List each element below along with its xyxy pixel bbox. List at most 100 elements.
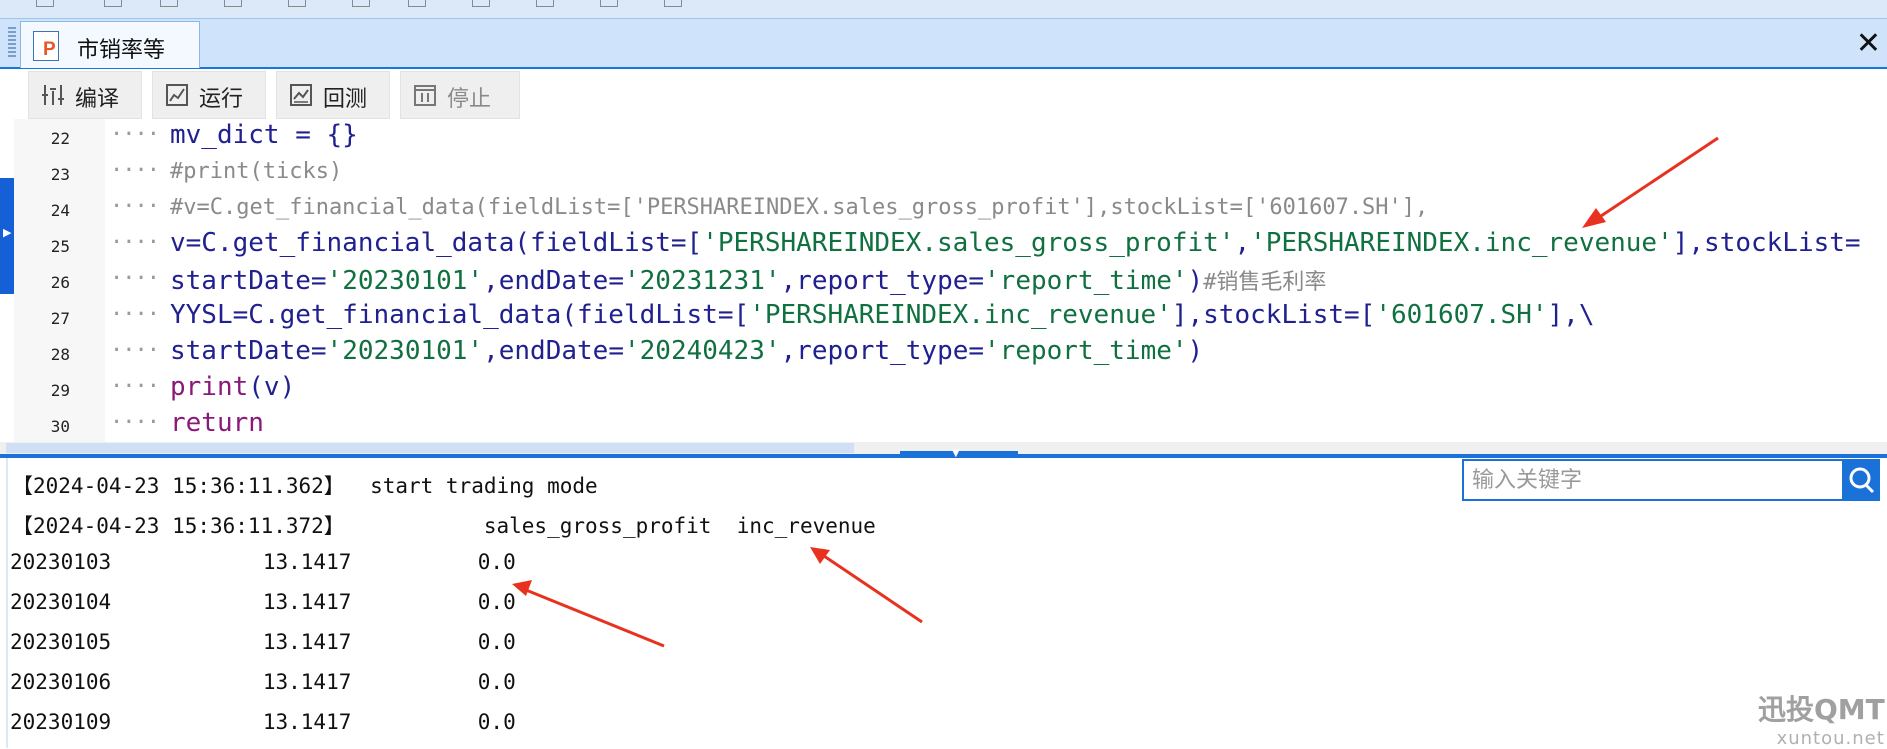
code-token: '20240423' (623, 336, 781, 366)
toolbar-icon[interactable] (224, 0, 242, 7)
toolbar-icon[interactable] (160, 0, 178, 7)
run-chart-icon (166, 84, 188, 106)
output-border (6, 458, 8, 748)
code-token: , (1234, 228, 1251, 258)
tab-grip-handle[interactable] (8, 27, 16, 59)
toolbar-icon[interactable] (472, 0, 490, 7)
code-text: v=C.get_financial_data(fieldList=['PERSH… (170, 228, 1861, 258)
code-token: (v) (248, 372, 296, 402)
backtest-button[interactable]: 回测 (276, 71, 390, 119)
code-line[interactable]: 26 ···· startDate='20230101',endDate='2023… (0, 263, 1887, 299)
code-line[interactable]: 30 ···· return (0, 407, 1887, 443)
toolbar-icon[interactable] (36, 0, 54, 7)
code-line[interactable]: 25 ···· v=C.get_financial_data(fieldList=[… (0, 227, 1887, 263)
line-number: 23 (50, 165, 70, 184)
code-token: ,report_type= (780, 266, 985, 296)
code-text: return (170, 408, 264, 438)
tab-label: 市销率等 (77, 38, 166, 63)
code-line[interactable]: 27 ···· YYSL=C.get_financial_data(fieldLis… (0, 299, 1887, 335)
toolbar-icon[interactable] (408, 0, 426, 7)
code-token: ,report_type= (780, 336, 985, 366)
code-token: #v=C.get_financial_data(fieldList=['PERS… (170, 195, 1429, 220)
code-text: startDate='20230101',endDate='20231231',… (170, 264, 1326, 296)
log-line: 【2024-04-23 15:36:11.362】 start trading … (12, 474, 598, 498)
python-file-icon: P (33, 31, 59, 61)
code-token: 'PERSHAREINDEX.sales_gross_profit' (702, 228, 1235, 258)
toolbar-icon[interactable] (664, 0, 682, 7)
line-number: 25 (50, 237, 70, 256)
code-token: #print(ticks) (170, 159, 343, 184)
stop-label: 停止 (447, 87, 492, 112)
code-token: ) (1187, 266, 1204, 296)
horizontal-scrollbar-thumb[interactable] (6, 443, 854, 453)
log-line: 【2024-04-23 15:36:11.372】 sales_gross_pr… (12, 514, 876, 538)
code-line[interactable]: 28 ···· startDate='20230101',endDate='2024… (0, 335, 1887, 371)
toolbar-icon[interactable] (600, 0, 618, 7)
tab-strategy-file[interactable]: P 市销率等 (20, 21, 200, 68)
stop-icon (414, 85, 436, 106)
tab-bar: P 市销率等 ✕ (0, 19, 1887, 69)
code-token: 'PERSHAREINDEX.inc_revenue' (749, 300, 1172, 330)
log-line: 20230106 13.1417 0.0 (10, 670, 516, 694)
indent-guides: ···· (110, 122, 160, 147)
line-number: 30 (50, 417, 70, 436)
code-token: ,endDate= (483, 266, 624, 296)
compile-label: 编译 (75, 87, 120, 112)
line-number: 27 (50, 309, 70, 328)
code-token: '601607.SH' (1375, 300, 1548, 330)
compile-icon (42, 85, 64, 105)
code-text: #print(ticks) (170, 159, 342, 184)
top-toolbar-strip (0, 0, 1887, 19)
stop-button[interactable]: 停止 (400, 71, 520, 119)
toolbar-icon[interactable] (352, 0, 370, 7)
indent-guides: ···· (110, 266, 160, 291)
indent-guides: ···· (110, 302, 160, 327)
code-text: YYSL=C.get_financial_data(fieldList=['PE… (170, 300, 1594, 330)
backtest-chart-icon (290, 84, 312, 106)
code-token: ],stockList=[ (1171, 300, 1376, 330)
code-token: ],stockList= (1672, 228, 1861, 258)
code-token: YYSL=C.get_financial_data(fieldList=[ (170, 300, 750, 330)
toolbar-icon[interactable] (288, 0, 306, 7)
indent-guides: ···· (110, 158, 160, 183)
log-line: 20230104 13.1417 0.0 (10, 590, 516, 614)
close-icon[interactable]: ✕ (1856, 26, 1881, 61)
search-input[interactable] (1464, 461, 1836, 499)
code-text: #v=C.get_financial_data(fieldList=['PERS… (170, 195, 1428, 220)
compile-button[interactable]: 编译 (28, 71, 142, 119)
code-token: ) (1187, 336, 1204, 366)
code-line[interactable]: 23 ···· #print(ticks) (0, 155, 1887, 191)
indent-guides: ···· (110, 230, 160, 255)
toolbar-icon[interactable] (536, 0, 554, 7)
code-token: 'PERSHAREINDEX.inc_revenue' (1250, 228, 1673, 258)
indent-guides: ···· (110, 410, 160, 435)
code-editor[interactable]: ▶ 22 ···· mv_dict = {} 23 ···· #print(ticks) 2… (0, 119, 1887, 454)
code-token: mv_dict = {} (170, 120, 358, 150)
code-token: 'report_time' (984, 266, 1188, 296)
code-line[interactable]: 22 ···· mv_dict = {} (0, 119, 1887, 155)
run-label: 运行 (199, 87, 244, 112)
log-line: 20230103 13.1417 0.0 (10, 550, 516, 574)
code-token: v=C.get_financial_data(fieldList=[ (170, 228, 703, 258)
toolbar-icon[interactable] (104, 0, 122, 7)
run-button[interactable]: 运行 (152, 71, 266, 119)
backtest-label: 回测 (323, 87, 368, 112)
code-line[interactable]: 24 ···· #v=C.get_financial_data(fieldList=… (0, 191, 1887, 227)
code-token: '20230101' (326, 336, 484, 366)
log-line: 20230105 13.1417 0.0 (10, 630, 516, 654)
code-token: startDate= (170, 336, 327, 366)
log-search-field[interactable] (1462, 459, 1846, 501)
code-line[interactable]: 29 ···· print(v) (0, 371, 1887, 407)
search-icon (1849, 467, 1875, 494)
code-token: startDate= (170, 266, 327, 296)
code-token: '20231231' (623, 266, 781, 296)
line-number: 22 (50, 129, 70, 148)
code-token: return (170, 408, 264, 438)
indent-guides: ···· (110, 374, 160, 399)
code-token: 'report_time' (984, 336, 1188, 366)
code-text: print(v) (170, 372, 295, 402)
indent-guides: ···· (110, 194, 160, 219)
code-token: ,endDate= (483, 336, 624, 366)
search-button[interactable] (1842, 459, 1880, 501)
code-token: '20230101' (326, 266, 484, 296)
